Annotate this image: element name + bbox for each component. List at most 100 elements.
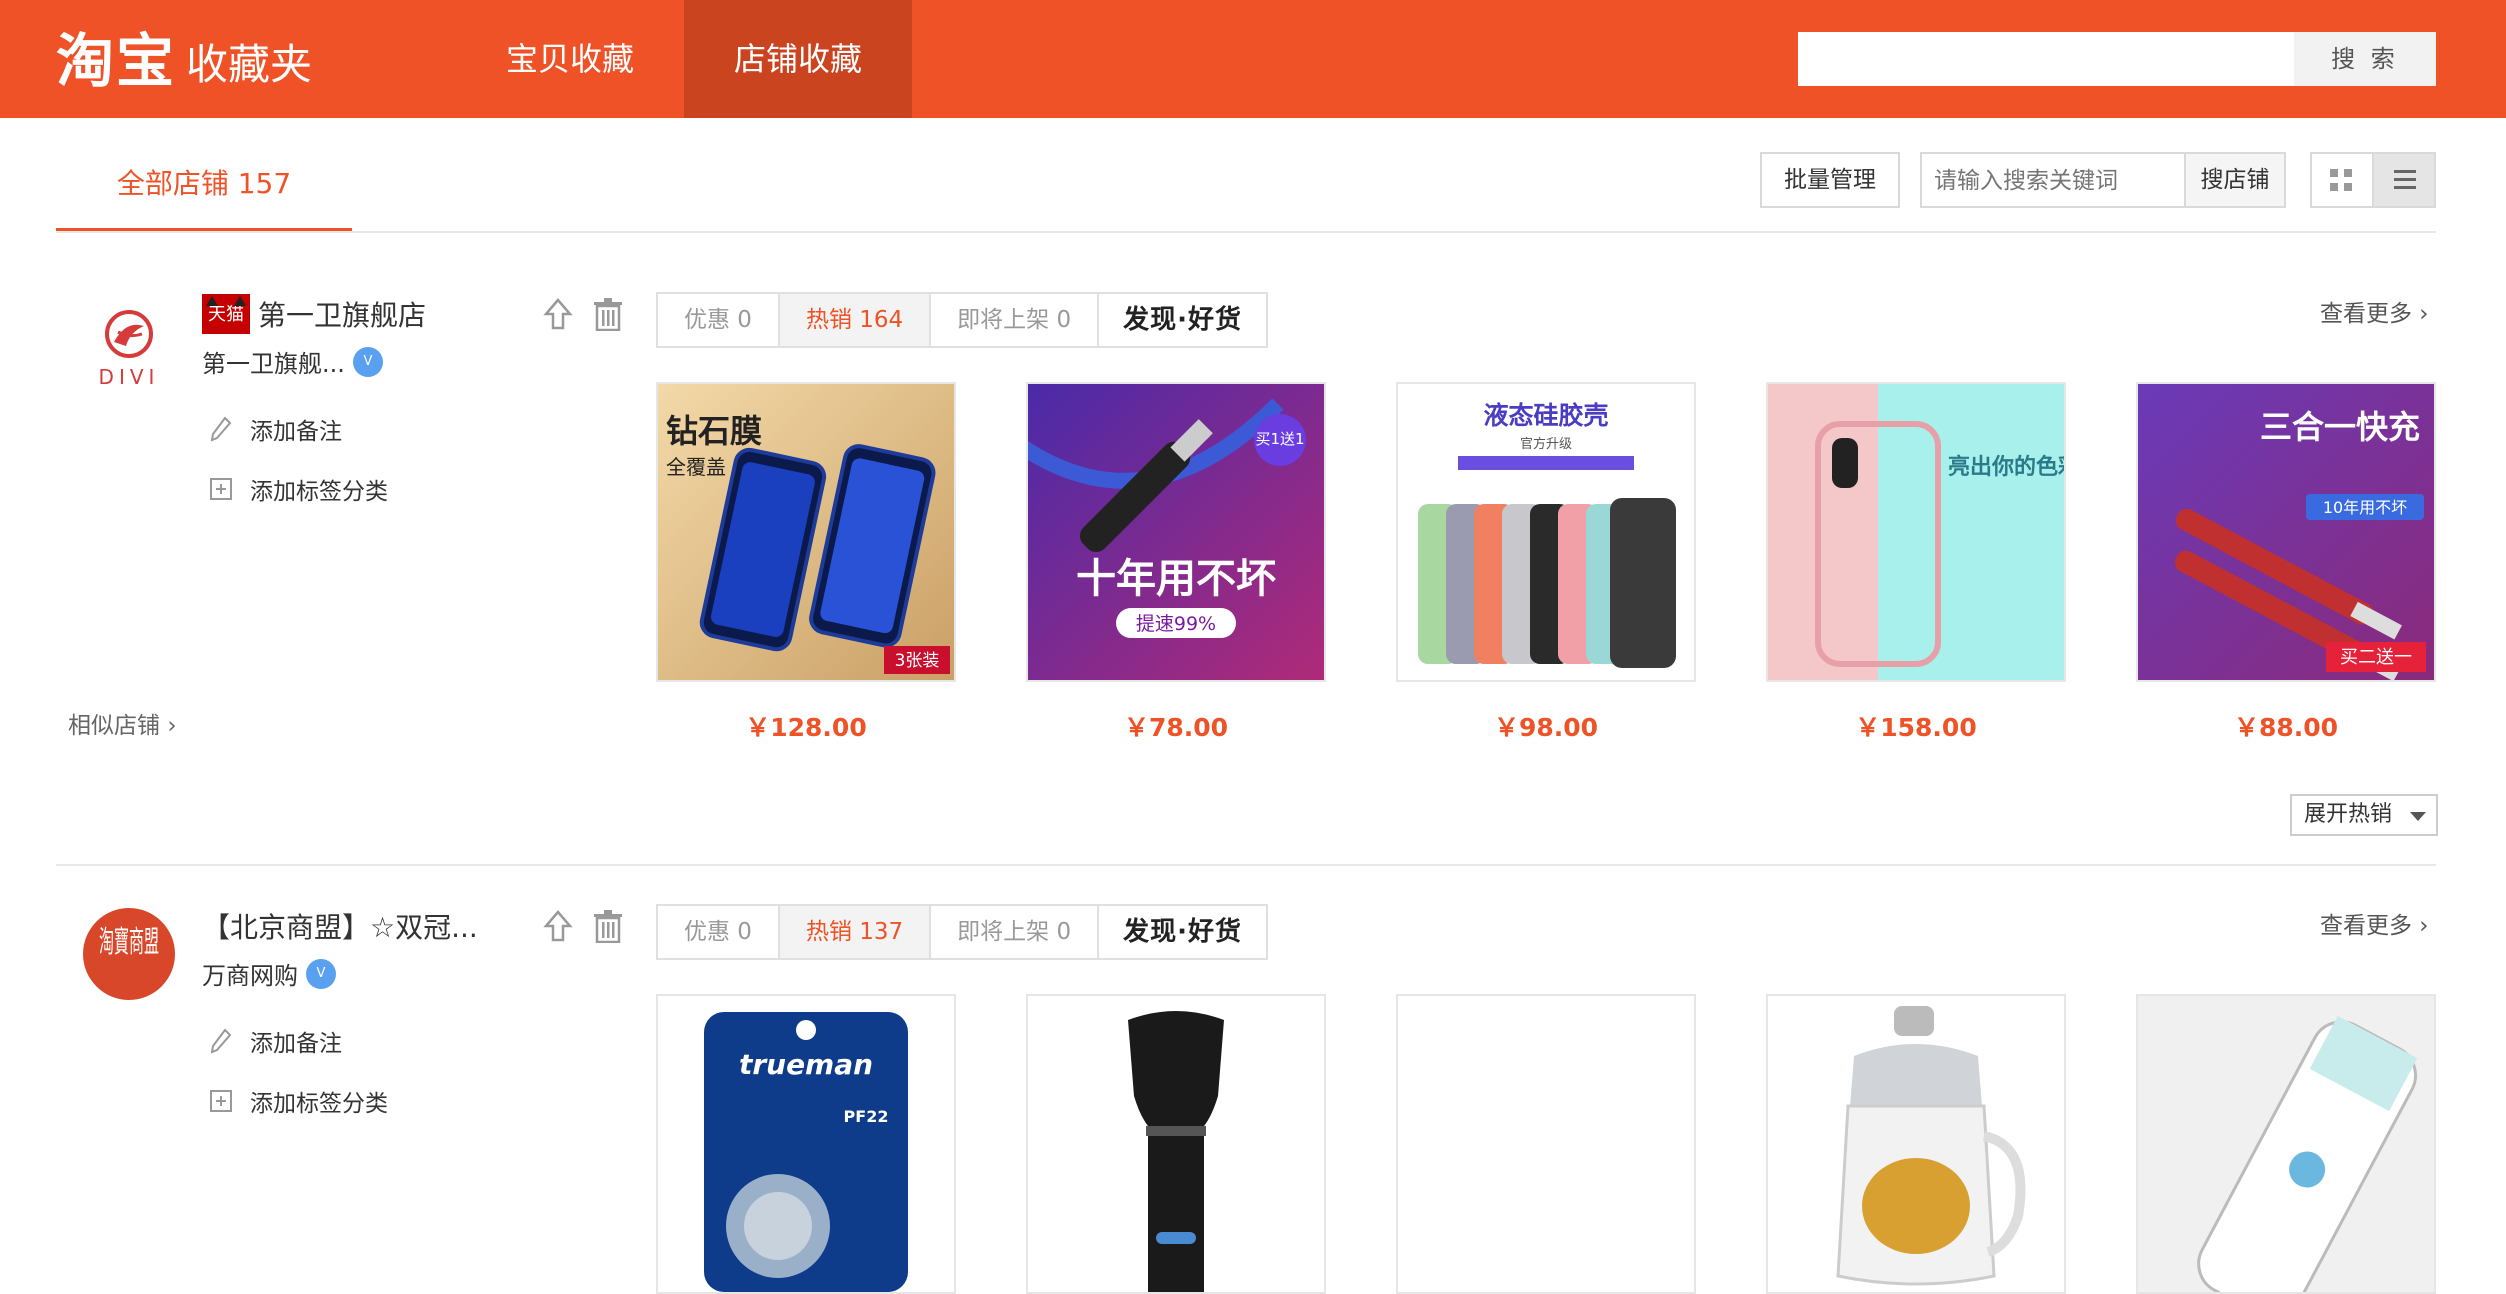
caret-down-icon xyxy=(2410,812,2426,821)
list-view-button[interactable] xyxy=(2372,152,2436,208)
product-image-caption: 三合一快充 xyxy=(2260,408,2420,446)
shop-search-input[interactable] xyxy=(1920,152,2184,208)
plus-box-icon xyxy=(206,1086,236,1116)
filter-hot[interactable]: 热销 164 xyxy=(779,294,932,346)
tmall-badge-text: 天猫 xyxy=(208,304,244,325)
filter-upcoming[interactable]: 即将上架 0 xyxy=(931,294,1100,346)
product-price: ￥78.00 xyxy=(1123,713,1229,742)
product-card[interactable] xyxy=(2136,994,2436,1294)
store-row: DIVI 天猫 第一卫旗舰店 第一卫旗舰... V 添加备注 添加标签分类 相似… xyxy=(56,292,2438,836)
product-image-tag: 买二送一 xyxy=(2340,647,2412,668)
product-image[interactable]: 三合一快充 10年用不坏 买二送一 xyxy=(2136,382,2436,682)
tab-shop-favorites[interactable]: 店铺收藏 xyxy=(684,0,912,118)
store-logo[interactable]: 淘寶商盟 xyxy=(70,904,188,1022)
product-image-sub: 提速99% xyxy=(1136,613,1216,635)
product-card[interactable]: 三合一快充 10年用不坏 买二送一 ￥88.00 xyxy=(2136,382,2436,744)
product-card[interactable] xyxy=(1396,994,1696,1294)
filter-upcoming[interactable]: 即将上架 0 xyxy=(931,906,1100,958)
product-image-sub: 全覆盖 xyxy=(666,455,726,479)
filter-discover[interactable]: 发现·好货 xyxy=(1099,294,1266,346)
product-price: ￥98.00 xyxy=(1493,713,1599,742)
search-shops-button[interactable]: 搜店铺 xyxy=(2184,152,2286,208)
product-image[interactable] xyxy=(1026,994,1326,1294)
add-tag-action[interactable]: 添加标签分类 xyxy=(206,1084,388,1118)
delete-button[interactable] xyxy=(588,904,628,948)
store-owner[interactable]: 万商网购 V xyxy=(202,956,336,991)
store-name[interactable]: 【北京商盟】☆双冠... xyxy=(202,906,478,946)
expand-hot-dropdown[interactable]: 展开热销 xyxy=(2290,794,2438,836)
product-card[interactable]: 亮出你的色彩。 ￥158.00 xyxy=(1766,382,2066,744)
product-image-sub: 官方升级 xyxy=(1520,436,1572,452)
taobao-logo[interactable]: 淘宝 收藏夹 xyxy=(56,24,312,94)
tab-item-favorites[interactable]: 宝贝收藏 xyxy=(468,0,672,118)
grid-view-button[interactable] xyxy=(2310,152,2372,208)
similar-shops-link[interactable]: 相似店铺 › xyxy=(68,706,177,740)
product-price: ￥128.00 xyxy=(745,713,867,742)
product-image[interactable] xyxy=(2136,994,2436,1294)
product-image-tag: 3张装 xyxy=(895,651,940,671)
top-header: 淘宝 收藏夹 宝贝收藏 店铺收藏 搜 索 xyxy=(0,0,2506,118)
top-search-button[interactable]: 搜 索 xyxy=(2294,32,2436,86)
chevron-right-icon: › xyxy=(167,713,177,739)
filter-discount[interactable]: 优惠 0 xyxy=(658,294,780,346)
similar-shops-label: 相似店铺 xyxy=(68,713,160,739)
product-image-sub: PF22 xyxy=(844,1107,889,1126)
product-card[interactable]: 钻石膜 全覆盖 3张装 ￥128.00 xyxy=(656,382,956,744)
product-image[interactable]: trueman PF22 xyxy=(656,994,956,1294)
add-note-label: 添加备注 xyxy=(250,1031,342,1057)
delete-button[interactable] xyxy=(588,292,628,336)
filter-discount[interactable]: 优惠 0 xyxy=(658,906,780,958)
pencil-icon xyxy=(206,414,236,444)
pin-top-button[interactable] xyxy=(538,904,578,948)
pin-top-button[interactable] xyxy=(538,292,578,336)
product-card[interactable] xyxy=(1766,994,2066,1294)
product-card[interactable]: trueman PF22 xyxy=(656,994,956,1294)
product-image[interactable] xyxy=(1766,994,2066,1294)
add-note-action[interactable]: 添加备注 xyxy=(206,412,342,446)
view-more-label: 查看更多 xyxy=(2320,913,2412,939)
product-image[interactable]: 液态硅胶壳 官方升级 xyxy=(1396,382,1696,682)
batch-manage-button[interactable]: 批量管理 xyxy=(1760,152,1900,208)
divider xyxy=(56,231,2436,233)
product-image-caption: 十年用不坏 xyxy=(1076,556,1276,602)
store-filter-tabs: 优惠 0 热销 137 即将上架 0 发现·好货 xyxy=(656,904,1269,960)
trash-icon xyxy=(594,298,622,331)
grid-view-icon xyxy=(2330,169,2352,191)
view-more-link[interactable]: 查看更多 › xyxy=(2320,904,2429,948)
store-filter-tabs: 优惠 0 热销 164 即将上架 0 发现·好货 xyxy=(656,292,1269,348)
product-image-sub: 10年用不坏 xyxy=(2323,498,2407,517)
product-image-caption: 钻石膜 xyxy=(666,412,762,450)
top-search-input[interactable] xyxy=(1798,32,2294,86)
filter-hot[interactable]: 热销 137 xyxy=(779,906,932,958)
chevron-right-icon: › xyxy=(2412,301,2429,327)
store-name[interactable]: 第一卫旗舰店 xyxy=(258,294,426,334)
product-image[interactable]: 买1送1 十年用不坏 提速99% xyxy=(1026,382,1326,682)
product-card[interactable]: 买1送1 十年用不坏 提速99% ￥78.00 xyxy=(1026,382,1326,744)
pin-top-icon xyxy=(543,910,573,942)
add-note-action[interactable]: 添加备注 xyxy=(206,1024,342,1058)
store-logo[interactable]: DIVI xyxy=(70,292,188,410)
product-image-caption: 亮出你的色彩。 xyxy=(1948,454,2064,480)
product-card[interactable]: 液态硅胶壳 官方升级 ￥98.00 xyxy=(1396,382,1696,744)
store-logo-text: DIVI xyxy=(99,365,160,389)
tmall-badge-icon: 天猫 xyxy=(202,294,250,334)
store-title: 天猫 第一卫旗舰店 xyxy=(202,292,426,336)
owner-name: 第一卫旗舰... xyxy=(202,350,345,378)
product-image[interactable]: 钻石膜 全覆盖 3张装 xyxy=(656,382,956,682)
product-card[interactable] xyxy=(1026,994,1326,1294)
store-title: 【北京商盟】☆双冠... xyxy=(202,904,478,948)
filter-discover[interactable]: 发现·好货 xyxy=(1099,906,1266,958)
product-image[interactable] xyxy=(1396,994,1696,1294)
add-note-label: 添加备注 xyxy=(250,419,342,445)
plus-box-icon xyxy=(206,474,236,504)
favorites-title: 收藏夹 xyxy=(186,40,313,89)
pencil-icon xyxy=(206,1026,236,1056)
brand-text: 淘宝 xyxy=(56,27,177,95)
add-tag-action[interactable]: 添加标签分类 xyxy=(206,472,388,506)
trash-icon xyxy=(594,910,622,943)
view-more-link[interactable]: 查看更多 › xyxy=(2320,292,2429,336)
tab-all-shops[interactable]: 全部店铺 157 xyxy=(56,140,352,232)
divider xyxy=(56,864,2436,866)
product-image[interactable]: 亮出你的色彩。 xyxy=(1766,382,2066,682)
store-owner[interactable]: 第一卫旗舰... V xyxy=(202,344,383,379)
